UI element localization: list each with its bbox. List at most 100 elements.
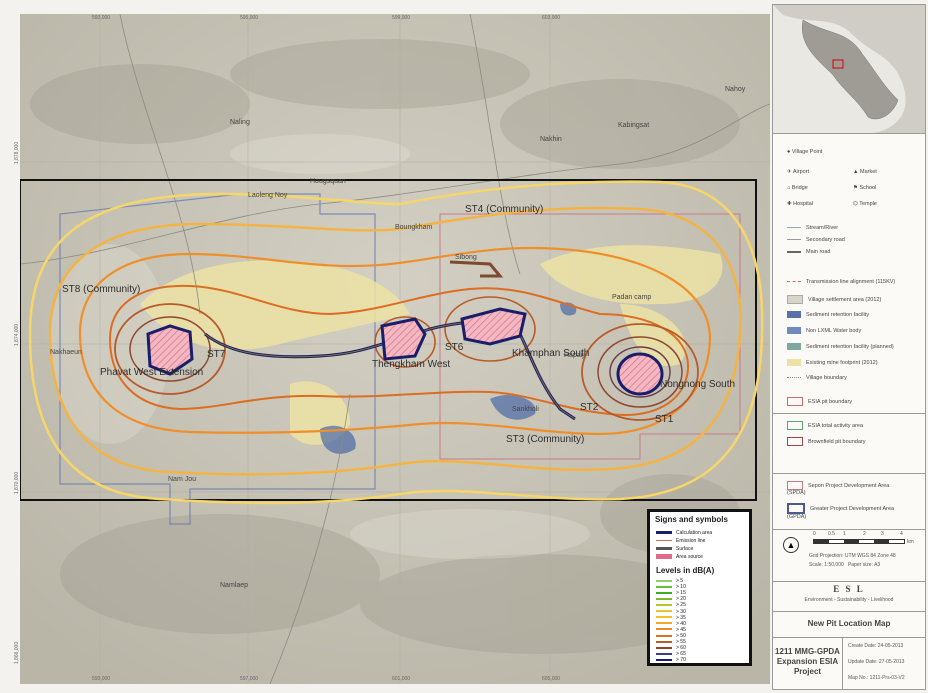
- level-label: > 65: [676, 651, 686, 658]
- level-label: > 5: [676, 578, 684, 584]
- receptor-label: ST6: [445, 342, 464, 353]
- locator-map: [773, 5, 925, 134]
- level-row: > 35: [656, 615, 686, 621]
- scale-tick: 0: [813, 531, 816, 537]
- grid-y-label: 1,878,000: [14, 141, 21, 165]
- scale-tick: 0.5: [828, 531, 835, 537]
- level-label: > 45: [676, 626, 686, 633]
- project-name: 1211 MMG-GPDA Expansion ESIA Project: [773, 637, 843, 689]
- map-title: New Pit Location Map: [807, 619, 891, 628]
- grid-x-label: 605,000: [542, 676, 561, 682]
- legend-panel: ● Village Point ✈ Airport ⌂ Bridge ✚ Hos…: [772, 4, 926, 690]
- scale-box: ▲ 0 0.5 1 2 3 4 km Grid Projection: UTM …: [773, 529, 925, 582]
- level-swatch: [656, 579, 672, 582]
- place-label: Hapaiji: [564, 352, 586, 359]
- legend-box: ● Village Point ✈ Airport ⌂ Bridge ✚ Hos…: [773, 133, 925, 414]
- title-box: New Pit Location Map: [773, 611, 925, 638]
- brand-name: E S L: [833, 584, 865, 594]
- legend-gpda: Greater Project Development Area (GPDA): [787, 503, 907, 520]
- projection: Grid Projection: UTM WGS 84 Zone 48: [809, 553, 896, 559]
- legend-line: Secondary road: [787, 237, 845, 243]
- level-swatch: [656, 622, 672, 625]
- legend-line: Main road: [787, 249, 830, 255]
- school-icon: ⚑: [853, 185, 858, 191]
- grid-y-label: 1,870,000: [14, 471, 21, 495]
- level-row: > 20: [656, 596, 686, 602]
- north-arrow-icon: ▲: [783, 537, 799, 553]
- scale-unit: km: [907, 539, 914, 545]
- brand-tagline: Environment - Sustainability - Livelihoo…: [804, 597, 894, 603]
- legend-item: ▲ Market: [853, 169, 877, 175]
- level-row: > 5: [656, 578, 683, 584]
- level-row: > 50: [656, 633, 686, 639]
- level-label: > 20: [676, 596, 686, 603]
- place-label: Nam Jou: [168, 476, 197, 483]
- scale-tick: 1: [843, 531, 846, 537]
- airport-icon: ✈: [787, 169, 792, 175]
- sign-item: Area source: [656, 554, 703, 560]
- level-swatch: [656, 658, 672, 661]
- scale-tick: 3: [881, 531, 884, 537]
- receptor-label: ST2: [580, 402, 599, 413]
- grid-y-label: 1,874,000: [14, 323, 21, 347]
- level-label: > 60: [676, 645, 686, 652]
- levels-title: Levels in dB(A): [656, 566, 715, 575]
- level-swatch: [656, 597, 672, 600]
- level-swatch: [656, 640, 672, 643]
- receptor-label: ST1: [655, 414, 674, 425]
- signs-and-symbols-legend: Signs and symbols Calculation area Emiss…: [647, 509, 752, 666]
- grid-x-label: 593,000: [92, 15, 111, 21]
- sign-item: Emission line: [656, 538, 705, 544]
- sign-item: Calculation area: [656, 530, 712, 536]
- place-label: Nakhin: [540, 136, 562, 143]
- village-point-icon: ●: [787, 149, 791, 155]
- bridge-icon: ⌂: [787, 185, 791, 191]
- pda-box: Sepon Project Development Area (SPDA) Gr…: [773, 473, 925, 530]
- level-row: > 25: [656, 602, 686, 608]
- receptor-label: ST4 (Community): [465, 204, 544, 215]
- scale-tick: 4: [900, 531, 903, 537]
- place-label: Laoleng Noy: [248, 192, 288, 199]
- hospital-icon: ✚: [787, 201, 792, 207]
- legend-area: Sediment retention facility: [787, 311, 869, 318]
- legend-area: Transmission line alignment (115KV): [787, 279, 895, 285]
- locator-map-graphic: [773, 5, 925, 133]
- map-number: Map No.: 1211-Prs-03-V2: [848, 675, 905, 681]
- scale-bar: [813, 539, 905, 544]
- level-swatch: [656, 646, 672, 649]
- level-swatch: [656, 628, 672, 631]
- map-sheet: 593,000 595,000 599,000 603,000 593,000 …: [0, 0, 928, 693]
- legend-item: ⌂ Bridge: [787, 185, 808, 191]
- grid-y-label: 1,866,000: [14, 641, 21, 665]
- receptor-label: ST3 (Community): [506, 434, 585, 445]
- update-date: Update Date: 27-05-2013: [848, 659, 905, 665]
- grid-x-label: 595,000: [240, 15, 259, 21]
- scale-tick: 2: [863, 531, 866, 537]
- place-label: Nahoy: [725, 86, 746, 93]
- level-row: > 40: [656, 621, 686, 627]
- grid-x-label: 597,000: [240, 676, 259, 682]
- legend-boundary: Brownfield pit boundary: [787, 437, 865, 446]
- grid-x-label: 601,000: [392, 676, 411, 682]
- level-swatch: [656, 634, 672, 637]
- level-row: > 10: [656, 584, 686, 590]
- place-label: Sibong: [455, 254, 477, 261]
- pit-label: Phavat West Extension: [100, 367, 204, 378]
- legend-boundary: ESIA total activity area: [787, 421, 863, 430]
- level-row: > 65: [656, 651, 686, 657]
- level-label: > 50: [676, 632, 686, 639]
- level-row: > 30: [656, 609, 686, 615]
- pit-label: Thengkham West: [372, 359, 451, 370]
- legend-area: Existing mine footprint (2012): [787, 359, 878, 366]
- level-swatch: [656, 610, 672, 613]
- level-label: > 10: [676, 584, 686, 591]
- level-swatch: [656, 591, 672, 594]
- boundaries-box: ESIA total activity area Brownfield pit …: [773, 413, 925, 474]
- legend-item: ⌬ Temple: [853, 201, 877, 207]
- level-swatch: [656, 616, 672, 619]
- scale-text: Scale: 1:50,000 Paper size: A3: [809, 562, 881, 568]
- level-label: > 30: [676, 608, 686, 615]
- legend-spda: Sepon Project Development Area (SPDA): [787, 481, 890, 496]
- receptor-label: ST8 (Community): [62, 284, 141, 295]
- market-icon: ▲: [853, 169, 859, 175]
